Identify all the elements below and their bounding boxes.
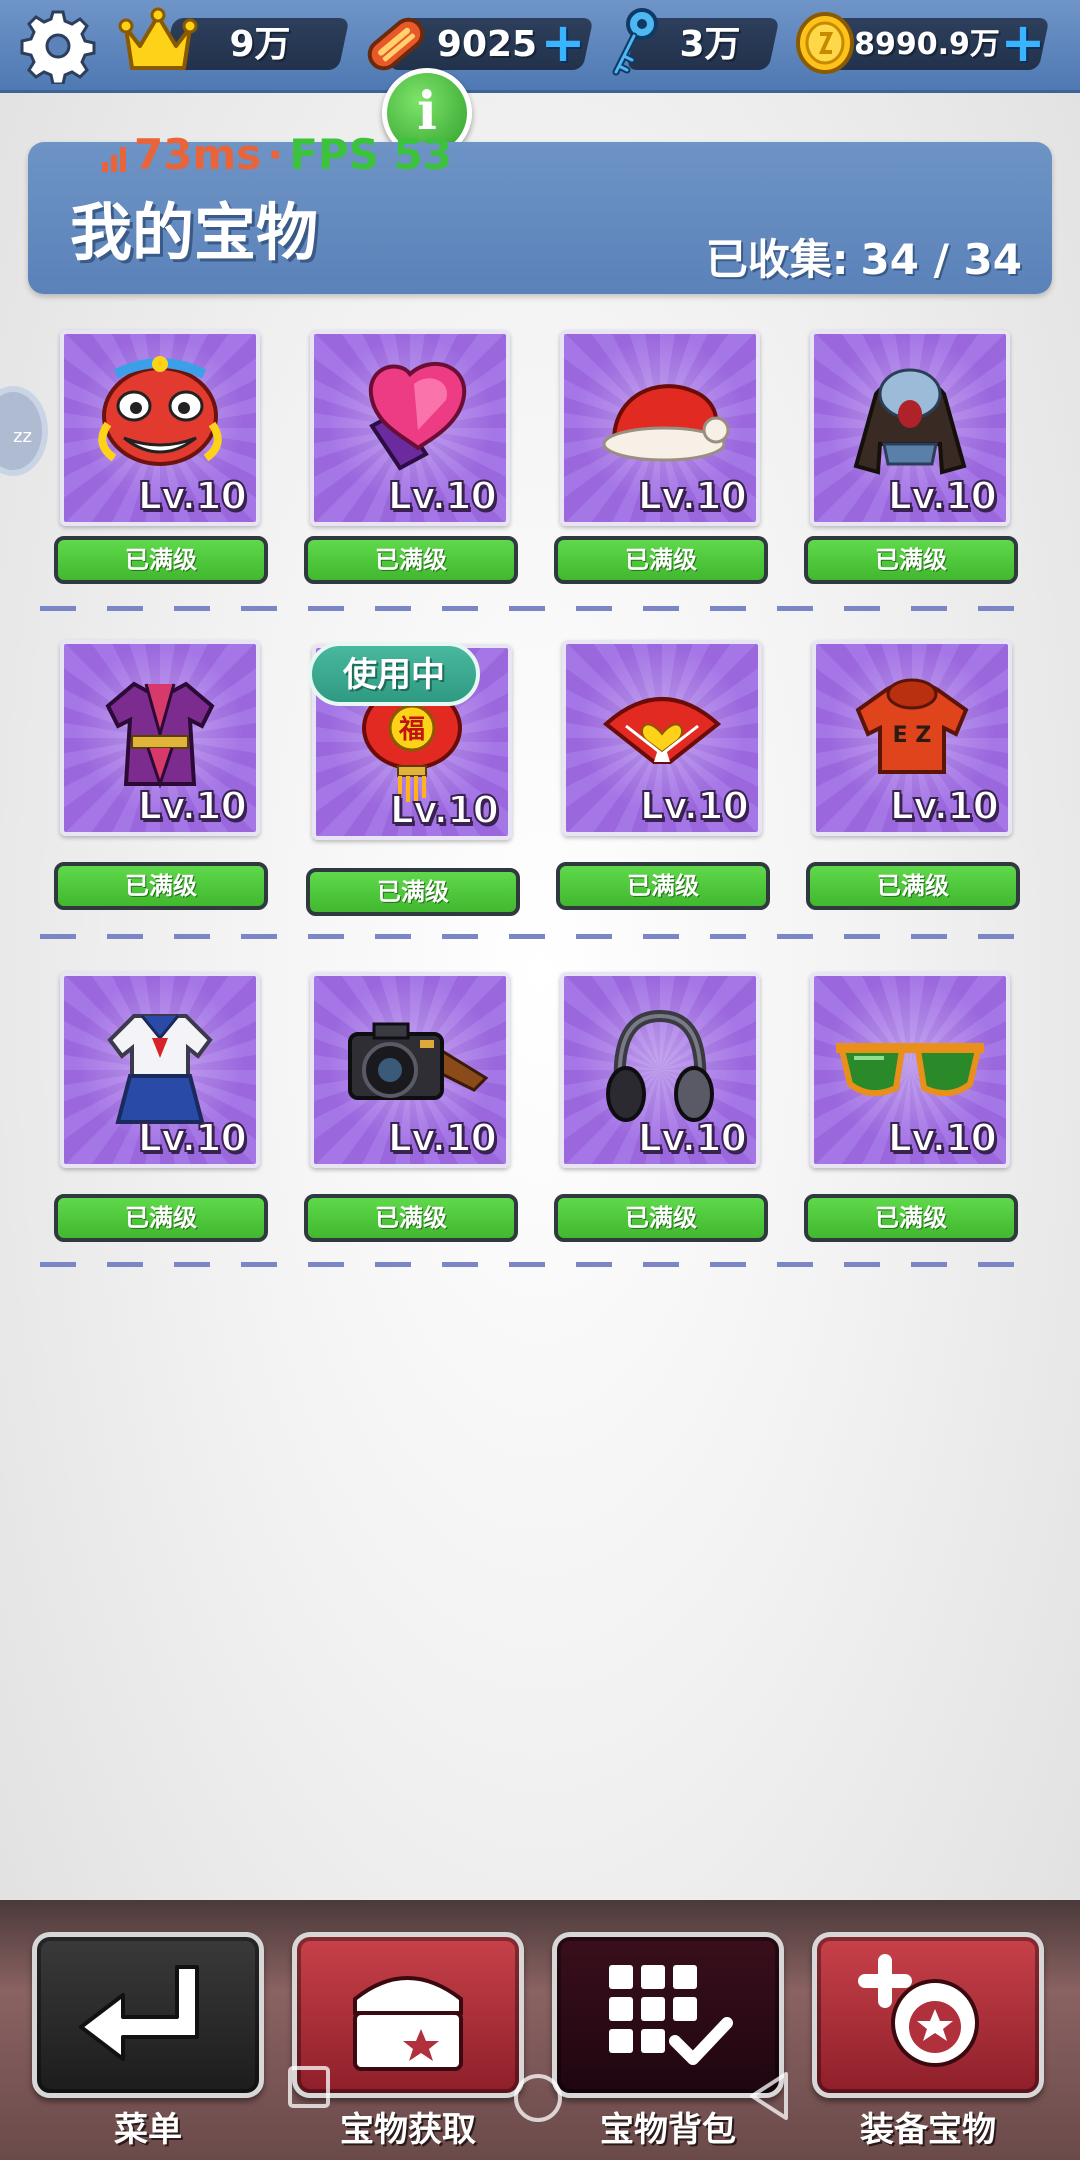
item-level: Lv.10 (137, 783, 248, 829)
nav-equip-treasure-label: 装备宝物 (860, 2110, 996, 2150)
key-icon (612, 8, 658, 76)
max-level-button[interactable]: 已满级 (304, 536, 518, 584)
collected-value: 34 / 34 (860, 235, 1022, 284)
max-level-button[interactable]: 已满级 (304, 1194, 518, 1242)
item-level: Lv.10 (637, 1115, 748, 1161)
gear-icon[interactable] (20, 8, 96, 84)
crowns-value: 9万 (229, 24, 291, 65)
recent-apps-icon[interactable] (286, 2064, 332, 2110)
item-card-camera[interactable]: Lv.10 (310, 972, 510, 1168)
max-level-button[interactable]: 已满级 (804, 1194, 1018, 1242)
item-level: Lv.10 (637, 473, 748, 519)
item-card-headphones[interactable]: Lv.10 (560, 972, 760, 1168)
net-separator: · (267, 130, 284, 179)
row-divider (40, 934, 1040, 939)
equip-treasure-icon (858, 1954, 979, 2067)
max-level-button[interactable]: 已满级 (54, 862, 268, 910)
crown-icon (118, 7, 198, 70)
item-level: Lv.10 (889, 783, 1000, 829)
max-level-button[interactable]: 已满级 (556, 862, 770, 910)
item-card-sunglasses[interactable]: Lv.10 (810, 972, 1010, 1168)
item-level: Lv.10 (887, 1115, 998, 1161)
svg-text:E Z: E Z (893, 723, 932, 748)
coin-icon (796, 12, 854, 74)
max-level-button[interactable]: 已满级 (804, 536, 1018, 584)
item-level: Lv.10 (639, 783, 750, 829)
item-level: Lv.10 (137, 1115, 248, 1161)
row-divider (40, 1262, 1040, 1267)
item-card-hooded-jacket[interactable]: Lv.10 (810, 330, 1010, 526)
coins-plus-button[interactable]: + (998, 16, 1048, 70)
item-level: Lv.10 (387, 1115, 498, 1161)
nav-menu-button[interactable] (32, 1932, 264, 2098)
fps-text: FPS 53 (289, 130, 452, 179)
max-level-button[interactable]: 已满级 (554, 1194, 768, 1242)
ping-text: 73ms (134, 130, 262, 179)
boards-plus-button[interactable]: + (538, 16, 588, 70)
item-level: Lv.10 (387, 473, 498, 519)
item-card-lion-dance-mask[interactable]: Lv.10 (60, 330, 260, 526)
page-title: 我的宝物 (70, 196, 319, 269)
item-level: Lv.10 (389, 787, 500, 833)
signal-bars-icon (102, 146, 126, 172)
coins-value: 8990.9万 (854, 27, 1000, 62)
collected-label: 已收集: (705, 235, 849, 284)
collected-counter: 已收集: 34 / 34 (706, 226, 1022, 287)
svg-text:福: 福 (398, 715, 425, 745)
in-use-badge: 使用中 (308, 642, 480, 706)
return-arrow-icon (79, 1965, 199, 2061)
network-overlay: 73ms · FPS 53 (100, 130, 452, 179)
home-icon[interactable] (512, 2072, 564, 2124)
item-card-ez-hoodie[interactable]: E Z Lv.10 (812, 640, 1012, 836)
boards-value: 9025 (436, 24, 538, 65)
back-icon[interactable] (746, 2070, 792, 2122)
item-card-purple-robe[interactable]: Lv.10 (60, 640, 260, 836)
side-floating-button[interactable]: zz (0, 386, 48, 476)
max-level-button[interactable]: 已满级 (306, 868, 520, 916)
row-divider (40, 606, 1040, 611)
nav-equip-treasure-button[interactable] (812, 1932, 1044, 2098)
max-level-button[interactable]: 已满级 (54, 536, 268, 584)
item-level: Lv.10 (137, 473, 248, 519)
item-card-heart-fan[interactable]: Lv.10 (562, 640, 762, 836)
keys-value: 3万 (679, 24, 741, 65)
item-card-santa-hat[interactable]: Lv.10 (560, 330, 760, 526)
max-level-button[interactable]: 已满级 (54, 1194, 268, 1242)
item-card-sailor-uniform[interactable]: Lv.10 (60, 972, 260, 1168)
max-level-button[interactable]: 已满级 (554, 536, 768, 584)
item-card-purple-heart-ring[interactable]: Lv.10 (310, 330, 510, 526)
item-level: Lv.10 (887, 473, 998, 519)
nav-menu-label: 菜单 (114, 2110, 182, 2150)
max-level-button[interactable]: 已满级 (806, 862, 1020, 910)
top-resource-bar: 9万 9025 + 3万 8990.9万 + (0, 0, 1080, 93)
